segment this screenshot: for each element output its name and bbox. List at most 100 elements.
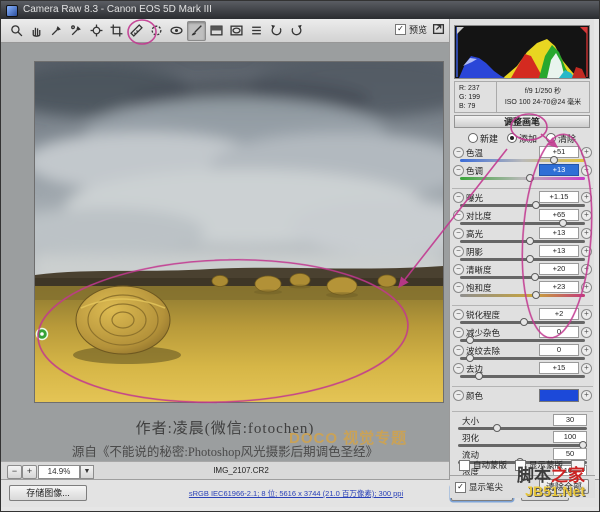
decrease-exposure-button[interactable]: − [453,192,464,203]
spot-removal-tool-icon[interactable] [147,21,166,41]
defringe-value-field[interactable]: +15 [539,362,579,374]
auto-mask-checkbox[interactable] [458,459,470,471]
preview-toggle[interactable]: ✓ 预览 [395,23,427,36]
mode-radio-add[interactable]: 添加 [506,131,537,145]
shadows-slider-thumb[interactable] [526,255,534,263]
increase-tint-button[interactable]: + [581,165,592,176]
defringe-slider-thumb[interactable] [474,372,483,380]
increase-exposure-button[interactable]: + [581,192,592,203]
graduated-filter-tool-icon[interactable] [207,21,226,41]
increase-noise-reduction-button[interactable]: + [581,327,592,338]
exposure-slider-thumb[interactable] [532,201,541,209]
image-preview-area[interactable]: 作者:凌晨(微信:fotochen) 源自《不能说的秘密:Photoshop风光… [1,43,449,461]
feather-slider-track[interactable] [458,441,588,449]
decrease-saturation-button[interactable]: − [453,282,464,293]
increase-moire-reduction-button[interactable]: + [581,345,592,356]
tint-slider-thumb[interactable] [526,174,534,182]
zoom-dropdown-arrow-icon[interactable]: ▼ [80,464,94,479]
contrast-value-field[interactable]: +65 [539,209,579,221]
radial-filter-tool-icon[interactable] [227,21,246,41]
sharpness-value-field[interactable]: +2 [539,308,579,320]
saturation-slider-thumb[interactable] [532,291,541,299]
tint-value-field[interactable]: +13 [539,164,579,176]
photo-canvas[interactable] [34,61,444,403]
highlights-slider-track[interactable] [460,237,585,245]
title-bar[interactable]: Camera Raw 8.3 - Canon EOS 5D Mark III [1,1,599,19]
sharpness-slider-track[interactable] [460,318,585,326]
contrast-slider-track[interactable] [460,219,585,227]
decrease-temperature-button[interactable]: − [453,147,464,158]
decrease-clarity-button[interactable]: − [453,264,464,275]
contrast-slider-thumb[interactable] [558,219,567,227]
increase-defringe-button[interactable]: + [581,363,592,374]
exposure-value-field[interactable]: +1.15 [539,191,579,203]
radio-icon[interactable] [467,133,478,143]
tint-slider-track[interactable] [460,174,585,182]
shadows-value-field[interactable]: +13 [539,245,579,257]
decrease-highlights-button[interactable]: − [453,228,464,239]
preview-checkbox[interactable]: ✓ [395,24,406,35]
decrease-contrast-button[interactable]: − [453,210,464,221]
size-slider-track[interactable] [458,424,587,432]
workflow-options-link[interactable]: sRGB IEC61966-2.1; 8 位; 5616 x 3744 (21.… [151,488,441,499]
highlights-slider-thumb[interactable] [526,237,534,245]
decrease-defringe-button[interactable]: − [453,363,464,374]
decrease-sharpness-button[interactable]: − [453,309,464,320]
save-image-button[interactable]: 存储图像... [9,485,87,501]
mode-radio-erase[interactable]: 清除 [546,131,576,145]
increase-sharpness-button[interactable]: + [581,309,592,320]
increase-temperature-button[interactable]: + [581,147,592,158]
increase-shadows-button[interactable]: + [581,246,592,257]
saturation-value-field[interactable]: +23 [539,281,579,293]
noise-reduction-value-field[interactable]: 0 [539,326,579,338]
clarity-slider-track[interactable] [460,273,585,281]
radio-icon[interactable] [506,133,517,143]
increase-highlights-button[interactable]: + [581,228,592,239]
decrease-tint-button[interactable]: − [453,165,464,176]
radio-icon[interactable] [546,133,556,143]
hand-tool-icon[interactable] [27,21,46,41]
white-balance-tool-icon[interactable] [47,21,66,41]
clarity-slider-thumb[interactable] [531,273,539,281]
noise-reduction-slider-track[interactable] [460,336,585,344]
zoom-level-select[interactable]: 14.9% [38,464,80,479]
zoom-in-button[interactable]: + [22,464,37,479]
moire-reduction-value-field[interactable]: 0 [539,344,579,356]
increase-saturation-button[interactable]: + [581,282,592,293]
color-swatch[interactable] [539,389,579,402]
exposure-slider-track[interactable] [460,201,585,209]
highlights-value-field[interactable]: +13 [539,227,579,239]
noise-reduction-slider-thumb[interactable] [466,336,474,344]
crop-tool-icon[interactable] [107,21,126,41]
decrease-noise-reduction-button[interactable]: − [453,327,464,338]
defringe-slider-track[interactable] [460,372,585,380]
red-eye-tool-icon[interactable] [167,21,186,41]
rotate-left-icon[interactable] [267,21,286,41]
color-sampler-tool-icon[interactable] [67,21,86,41]
moire-reduction-slider-thumb[interactable] [466,354,474,362]
size-slider-thumb[interactable] [492,424,501,432]
moire-reduction-slider-track[interactable] [460,354,585,362]
saturation-slider-track[interactable] [460,291,585,299]
targeted-adjustment-tool-icon[interactable] [87,21,106,41]
straighten-tool-icon[interactable] [127,21,146,41]
preferences-icon[interactable] [247,21,266,41]
color-minus-button[interactable]: − [453,390,464,401]
increase-clarity-button[interactable]: + [581,264,592,275]
adjustment-brush-tool-icon[interactable] [187,20,206,41]
histogram[interactable] [454,25,590,79]
zoom-tool-icon[interactable] [7,21,26,41]
temperature-slider-thumb[interactable] [549,156,558,164]
color-plus-button[interactable]: + [581,390,592,401]
sharpness-slider-thumb[interactable] [519,318,528,326]
decrease-shadows-button[interactable]: − [453,246,464,257]
shadows-slider-track[interactable] [460,255,585,263]
temperature-slider-track[interactable] [460,156,585,164]
show-pins-checkbox[interactable]: ✓ [455,481,466,493]
decrease-moire-reduction-button[interactable]: − [453,345,464,356]
show-pins-toggle[interactable]: ✓ 显示笔尖 [455,481,503,493]
zoom-out-button[interactable]: − [7,464,22,479]
increase-contrast-button[interactable]: + [581,210,592,221]
size-value-field[interactable]: 30 [553,414,587,426]
clarity-value-field[interactable]: +20 [539,263,579,275]
